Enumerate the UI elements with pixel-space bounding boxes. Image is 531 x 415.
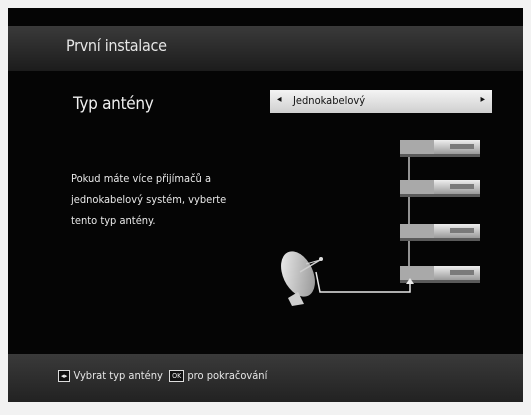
antenna-type-value: Jednokabelový	[293, 94, 366, 107]
receiver-box-icon	[400, 140, 480, 157]
nav-hint-text: Vybrat typ antény	[73, 369, 163, 382]
description-text: Pokud máte více přijímačů a jednokabelov…	[71, 172, 227, 227]
ok-key-icon: OK	[169, 370, 185, 382]
ok-hint-text: pro pokračování	[187, 369, 268, 382]
antenna-type-label: Typ antény	[73, 94, 154, 114]
receiver-box-icon	[400, 266, 480, 283]
footer-hint: ◂▸ Vybrat typ antény OK pro pokračování	[58, 369, 267, 382]
left-right-key-icon: ◂▸	[58, 370, 71, 382]
receiver-box-icon	[400, 224, 480, 241]
arrow-right-icon[interactable]: ▸	[480, 94, 485, 105]
single-cable-diagram	[281, 140, 480, 306]
arrow-left-icon[interactable]: ◂	[277, 94, 282, 105]
footer-bar: ◂▸ Vybrat typ antény OK pro pokračování	[8, 354, 523, 402]
header-bar: První instalace	[8, 26, 523, 71]
antenna-type-selector[interactable]: ◂ Jednokabelový ▸	[270, 90, 492, 113]
page-title: První instalace	[66, 36, 167, 55]
dish-cable-line	[315, 271, 411, 293]
receiver-box-icon	[400, 180, 480, 197]
satellite-dish-icon	[281, 251, 323, 306]
screen: První instalace Typ antény ◂ Jednokabelo…	[8, 8, 523, 402]
